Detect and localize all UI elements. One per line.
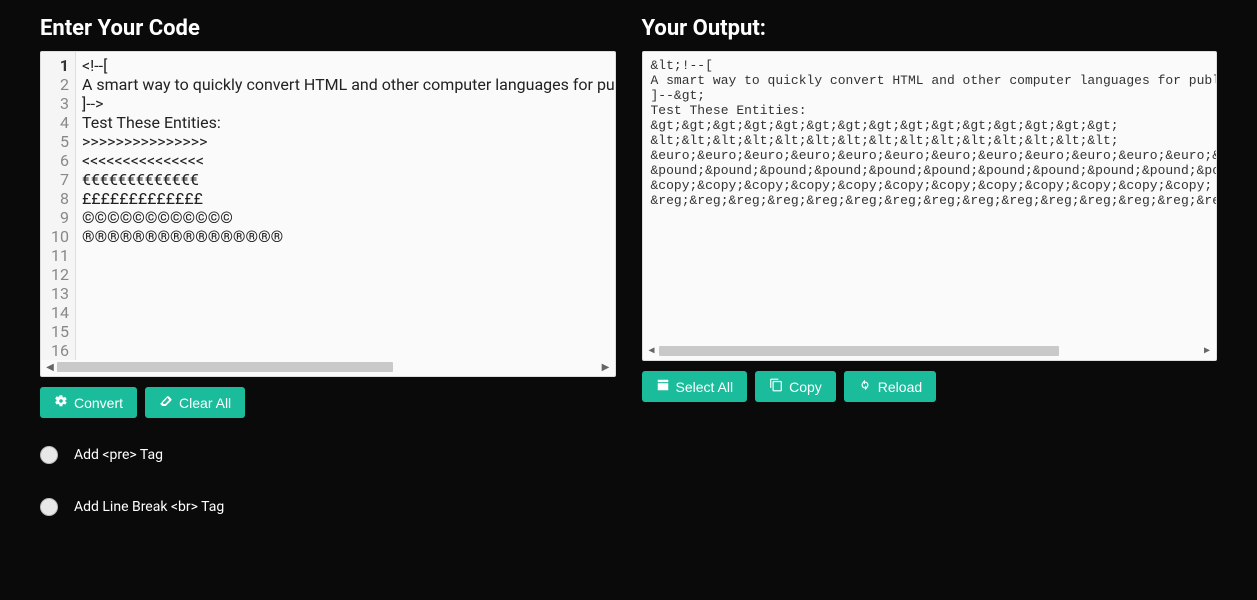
- gears-icon: [54, 394, 68, 411]
- line-number-gutter: 123456789101112131415161718192021: [41, 52, 76, 360]
- convert-button-label: Convert: [74, 395, 123, 411]
- code-editor[interactable]: 123456789101112131415161718192021 <!--[ …: [40, 51, 616, 377]
- copy-button[interactable]: Copy: [755, 371, 836, 402]
- add-br-tag-option[interactable]: Add Line Break <br> Tag: [40, 498, 616, 516]
- clear-all-button-label: Clear All: [179, 395, 231, 411]
- scroll-right-icon[interactable]: ▶: [1202, 344, 1212, 359]
- copy-icon: [769, 378, 783, 395]
- clear-all-button[interactable]: Clear All: [145, 387, 245, 418]
- code-input-area[interactable]: <!--[ A smart way to quickly convert HTM…: [76, 52, 615, 360]
- reload-button-label: Reload: [878, 379, 922, 395]
- add-pre-tag-label: Add <pre> Tag: [74, 447, 163, 463]
- radio-icon[interactable]: [40, 446, 58, 464]
- add-br-tag-label: Add Line Break <br> Tag: [74, 499, 224, 515]
- output-column: Your Output: &lt;!--[ A smart way to qui…: [642, 10, 1218, 550]
- reload-button[interactable]: Reload: [844, 371, 936, 402]
- select-all-button[interactable]: Select All: [642, 371, 748, 402]
- copy-button-label: Copy: [789, 379, 822, 395]
- select-all-button-label: Select All: [676, 379, 734, 395]
- input-horizontal-scrollbar[interactable]: ◀ ▶: [45, 360, 611, 374]
- output-title: Your Output:: [642, 16, 1218, 41]
- convert-button[interactable]: Convert: [40, 387, 137, 418]
- eraser-icon: [159, 394, 173, 411]
- scroll-right-icon[interactable]: ▶: [601, 362, 611, 373]
- scroll-left-icon[interactable]: ◀: [45, 362, 55, 373]
- output-area[interactable]: &lt;!--[ A smart way to quickly convert …: [642, 51, 1218, 361]
- add-pre-tag-option[interactable]: Add <pre> Tag: [40, 446, 616, 464]
- reload-icon: [858, 378, 872, 395]
- output-horizontal-scrollbar[interactable]: ◀ ▶: [647, 344, 1213, 358]
- select-all-icon: [656, 378, 670, 395]
- input-column: Enter Your Code 123456789101112131415161…: [40, 10, 616, 550]
- input-title: Enter Your Code: [40, 16, 616, 41]
- radio-icon[interactable]: [40, 498, 58, 516]
- scroll-left-icon[interactable]: ◀: [647, 344, 657, 359]
